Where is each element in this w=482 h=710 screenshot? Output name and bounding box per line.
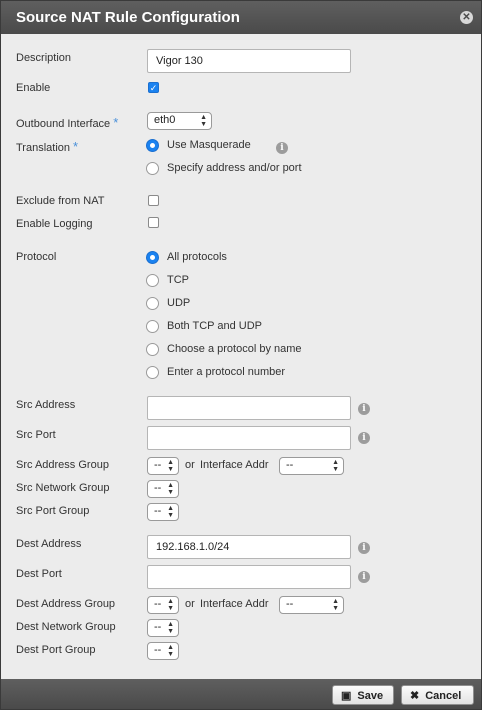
outbound-interface-label: Outbound Interface * bbox=[16, 115, 119, 130]
dest-address-group-label: Dest Address Group bbox=[16, 598, 116, 610]
exclude-from-nat-checkbox[interactable] bbox=[148, 195, 159, 206]
or-label: or bbox=[185, 598, 195, 610]
dest-port-label: Dest Port bbox=[16, 568, 62, 580]
select-arrows-icon: ▲ ▼ bbox=[167, 598, 174, 612]
radio-both-tcp-udp[interactable] bbox=[146, 320, 159, 333]
src-port-field[interactable] bbox=[147, 426, 351, 450]
source-nat-dialog: Source NAT Rule Configuration ✕ Descript… bbox=[0, 0, 482, 710]
src-port-group-select[interactable]: -- ▲ ▼ bbox=[147, 503, 179, 521]
radio-tcp-label: TCP bbox=[167, 274, 189, 286]
dest-port-group-label: Dest Port Group bbox=[16, 644, 96, 656]
src-interface-addr-select[interactable]: -- ▲ ▼ bbox=[279, 457, 344, 475]
dest-port-group-select[interactable]: -- ▲ ▼ bbox=[147, 642, 179, 660]
radio-use-masquerade-label: Use Masquerade bbox=[167, 139, 251, 151]
save-button[interactable]: ▣ Save bbox=[332, 685, 394, 705]
select-arrows-icon: ▲ ▼ bbox=[332, 459, 339, 473]
radio-protocol-by-name-label: Choose a protocol by name bbox=[167, 343, 302, 355]
interface-addr-label: Interface Addr bbox=[200, 598, 269, 610]
select-arrows-icon: ▲ ▼ bbox=[200, 114, 207, 128]
exclude-from-nat-label: Exclude from NAT bbox=[16, 195, 105, 207]
interface-addr-label: Interface Addr bbox=[200, 459, 269, 471]
info-icon[interactable]: i bbox=[358, 403, 370, 415]
protocol-label: Protocol bbox=[16, 251, 57, 263]
src-port-label: Src Port bbox=[16, 429, 56, 441]
or-label: or bbox=[185, 459, 195, 471]
description-label: Description bbox=[16, 52, 72, 64]
dialog-title: Source NAT Rule Configuration bbox=[16, 9, 240, 26]
save-icon: ▣ bbox=[341, 690, 352, 702]
cancel-icon: ✖ bbox=[410, 690, 420, 702]
info-icon[interactable]: i bbox=[358, 432, 370, 444]
src-address-label: Src Address bbox=[16, 399, 76, 411]
cancel-button[interactable]: ✖ Cancel bbox=[401, 685, 474, 705]
dest-address-label: Dest Address bbox=[16, 538, 82, 550]
required-marker: * bbox=[113, 115, 119, 130]
enable-checkbox[interactable]: ✓ bbox=[148, 82, 159, 93]
dest-network-group-select[interactable]: -- ▲ ▼ bbox=[147, 619, 179, 637]
close-icon[interactable]: ✕ bbox=[460, 11, 473, 24]
radio-protocol-by-name[interactable] bbox=[146, 343, 159, 356]
select-arrows-icon: ▲ ▼ bbox=[167, 482, 174, 496]
dest-port-field[interactable] bbox=[147, 565, 351, 589]
dialog-titlebar: Source NAT Rule Configuration ✕ bbox=[1, 1, 481, 34]
radio-specify-address-port-label: Specify address and/or port bbox=[167, 162, 302, 174]
enable-label: Enable bbox=[16, 82, 51, 94]
radio-tcp[interactable] bbox=[146, 274, 159, 287]
select-arrows-icon: ▲ ▼ bbox=[167, 644, 174, 658]
dialog-footer: ▣ Save ✖ Cancel bbox=[1, 679, 481, 709]
translation-label: Translation * bbox=[16, 139, 79, 154]
info-icon[interactable]: i bbox=[358, 542, 370, 554]
radio-udp[interactable] bbox=[146, 297, 159, 310]
enable-logging-checkbox[interactable] bbox=[148, 217, 159, 228]
select-arrows-icon: ▲ ▼ bbox=[167, 621, 174, 635]
description-field[interactable]: Vigor 130 bbox=[147, 49, 351, 73]
select-arrows-icon: ▲ ▼ bbox=[167, 459, 174, 473]
required-marker: * bbox=[73, 139, 79, 154]
radio-specify-address-port[interactable] bbox=[146, 162, 159, 175]
select-arrows-icon: ▲ ▼ bbox=[167, 505, 174, 519]
dest-interface-addr-select[interactable]: -- ▲ ▼ bbox=[279, 596, 344, 614]
src-network-group-select[interactable]: -- ▲ ▼ bbox=[147, 480, 179, 498]
src-port-group-label: Src Port Group bbox=[16, 505, 90, 517]
dest-network-group-label: Dest Network Group bbox=[16, 621, 116, 633]
dest-address-field[interactable]: 192.168.1.0/24 bbox=[147, 535, 351, 559]
select-arrows-icon: ▲ ▼ bbox=[332, 598, 339, 612]
dest-address-group-select[interactable]: -- ▲ ▼ bbox=[147, 596, 179, 614]
radio-all-protocols-label: All protocols bbox=[167, 251, 227, 263]
info-icon[interactable]: i bbox=[276, 142, 288, 154]
radio-both-tcp-udp-label: Both TCP and UDP bbox=[167, 320, 262, 332]
src-address-group-select[interactable]: -- ▲ ▼ bbox=[147, 457, 179, 475]
info-icon[interactable]: i bbox=[358, 571, 370, 583]
src-network-group-label: Src Network Group bbox=[16, 482, 110, 494]
radio-all-protocols[interactable] bbox=[146, 251, 159, 264]
enable-logging-label: Enable Logging bbox=[16, 218, 93, 230]
radio-protocol-number[interactable] bbox=[146, 366, 159, 379]
radio-protocol-number-label: Enter a protocol number bbox=[167, 366, 286, 378]
radio-udp-label: UDP bbox=[167, 297, 191, 309]
src-address-group-label: Src Address Group bbox=[16, 459, 109, 471]
outbound-interface-select[interactable]: eth0 ▲ ▼ bbox=[147, 112, 212, 130]
src-address-field[interactable] bbox=[147, 396, 351, 420]
radio-use-masquerade[interactable] bbox=[146, 139, 159, 152]
